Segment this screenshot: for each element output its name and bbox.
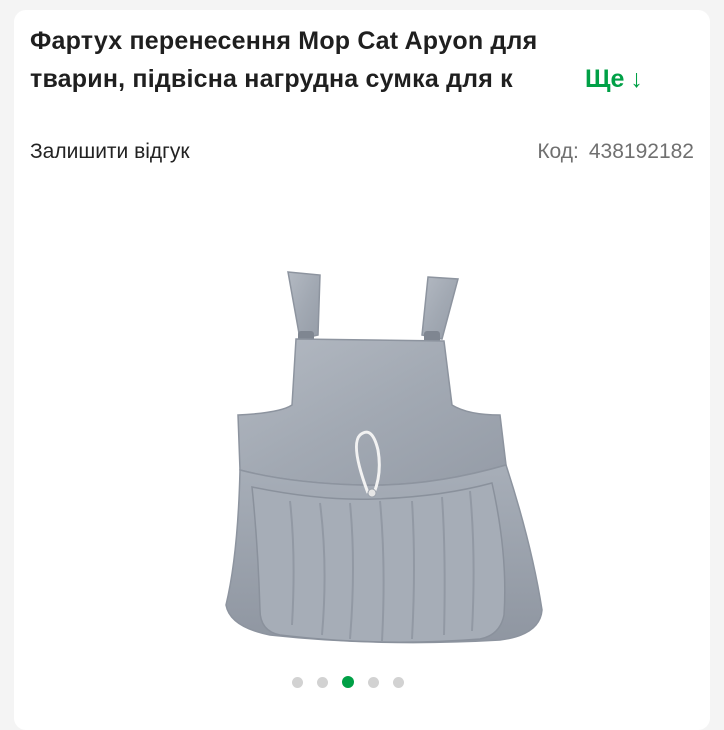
gallery-dot[interactable] — [342, 676, 354, 688]
product-title: Фартух перенесення Mop Cat Apyon для тва… — [30, 22, 670, 98]
product-title-line-2: тварин, підвісна нагрудна сумка для к — [30, 60, 590, 98]
title-fade — [550, 60, 590, 98]
drawstring-toggle — [367, 488, 377, 498]
product-code-label: Код: — [537, 140, 579, 163]
apron-bib — [237, 338, 507, 486]
gallery-pagination — [292, 676, 404, 688]
gallery-dot[interactable] — [368, 676, 379, 688]
apron-left-strap — [287, 271, 321, 340]
show-more-label: Ще — [585, 65, 625, 93]
show-more-button[interactable]: Ще ↓ — [585, 60, 643, 98]
product-code-value: 438192182 — [588, 140, 694, 163]
product-title-line-2-text: тварин, підвісна нагрудна сумка для к — [30, 65, 513, 93]
apron-right-strap — [421, 276, 459, 340]
product-title-line-1: Фартух перенесення Mop Cat Apyon для — [30, 27, 538, 55]
product-code: Код: 438192182 — [537, 140, 694, 164]
gallery-dot[interactable] — [317, 676, 328, 688]
arrow-down-icon: ↓ — [630, 65, 643, 93]
gallery-dot[interactable] — [393, 676, 404, 688]
leave-review-link[interactable]: Залишити відгук — [30, 140, 190, 164]
product-image[interactable] — [200, 255, 560, 675]
gallery-dot[interactable] — [292, 676, 303, 688]
